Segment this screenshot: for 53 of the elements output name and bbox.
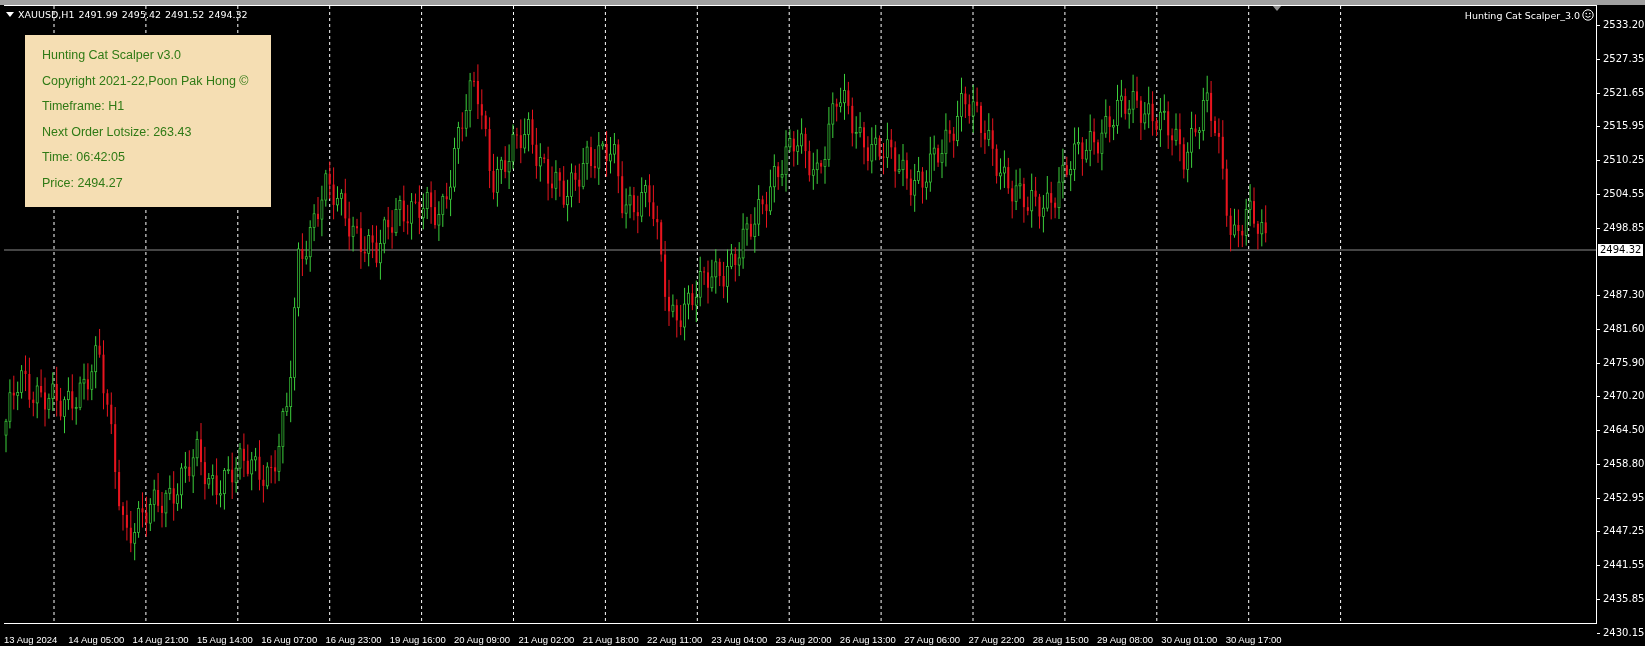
- price-label: 2533.20: [1603, 19, 1645, 31]
- info-line: Next Order Lotsize: 263.43: [42, 123, 193, 140]
- dropdown-triangle-icon[interactable]: [6, 11, 14, 18]
- price-label: 2498.85: [1603, 221, 1645, 234]
- price-label: 2504.55: [1603, 187, 1645, 200]
- price-label: 2510.25: [1603, 154, 1645, 166]
- info-line: Time: 06:42:05: [42, 149, 126, 166]
- price-label: 2515.95: [1603, 120, 1645, 133]
- price-label: 2475.90: [1603, 356, 1645, 369]
- price-label: 2464.50: [1603, 424, 1645, 436]
- time-label: 16 Aug 07:00: [261, 634, 318, 645]
- price-label: 2441.55: [1603, 559, 1645, 571]
- time-label: 16 Aug 23:00: [325, 634, 382, 645]
- time-label: 14 Aug 05:00: [68, 634, 125, 645]
- time-label: 20 Aug 09:00: [454, 634, 511, 645]
- info-line: Price: 2494.27: [42, 174, 124, 191]
- price-label: 2470.20: [1603, 390, 1645, 403]
- time-label: 19 Aug 16:00: [389, 634, 446, 645]
- time-label: 30 Aug 01:00: [1161, 634, 1218, 645]
- smiley-icon: [1582, 9, 1594, 21]
- time-label: 27 Aug 06:00: [904, 634, 961, 645]
- ohlc-value: 2494.32: [208, 9, 248, 20]
- time-label: 30 Aug 17:00: [1225, 634, 1282, 645]
- price-label: 2487.30: [1603, 289, 1645, 301]
- price-label: 2435.85: [1603, 592, 1645, 605]
- time-label: 13 Aug 2024: [4, 634, 58, 645]
- info-line: Timeframe: H1: [42, 98, 126, 115]
- ohlc-value: 2495.42: [121, 9, 162, 20]
- price-label: 2527.35: [1603, 52, 1645, 65]
- time-label: 21 Aug 18:00: [582, 634, 639, 645]
- price-label: 2458.80: [1603, 457, 1645, 470]
- indicator-name: Hunting Cat Scalper_3.0: [1464, 9, 1580, 21]
- price-label: 2447.25: [1603, 525, 1645, 538]
- time-label: 27 Aug 22:00: [968, 634, 1025, 645]
- price-label: 2430.15: [1603, 626, 1645, 639]
- info-line: Hunting Cat Scalper v3.0: [42, 47, 182, 64]
- info-line: Copyright 2021-22,Poon Pak Hong ©: [42, 72, 250, 89]
- price-label: 2452.95: [1603, 491, 1645, 504]
- ohlc-value: 2491.99: [78, 9, 118, 20]
- time-label: 21 Aug 02:00: [518, 634, 575, 645]
- time-label: 28 Aug 15:00: [1032, 634, 1089, 645]
- time-label: 29 Aug 08:00: [1097, 634, 1154, 645]
- time-label: 26 Aug 13:00: [839, 634, 896, 645]
- time-label: 22 Aug 11:00: [646, 634, 703, 645]
- time-label: 23 Aug 04:00: [711, 634, 768, 645]
- current-price-tag: 2494.32: [1598, 244, 1644, 256]
- price-label: 2481.60: [1603, 322, 1645, 335]
- time-label: 14 Aug 21:00: [132, 634, 189, 645]
- price-label: 2521.65: [1603, 86, 1645, 99]
- time-label: 23 Aug 20:00: [775, 634, 832, 645]
- time-label: 15 Aug 14:00: [196, 634, 253, 645]
- symbol-label: XAUUSD,H1: [18, 9, 75, 20]
- ohlc-value: 2491.52: [165, 9, 205, 20]
